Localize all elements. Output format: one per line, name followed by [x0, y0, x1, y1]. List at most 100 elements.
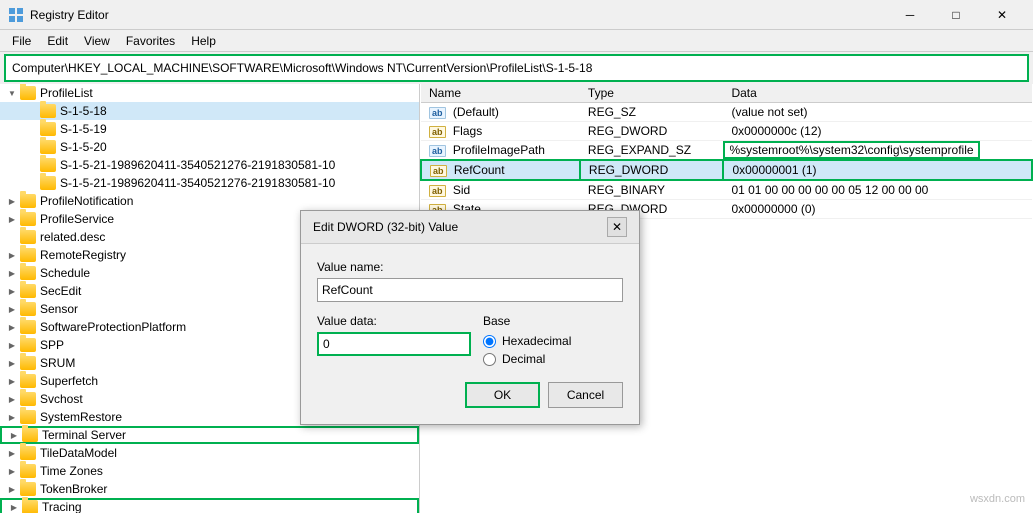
reg-icon: ab: [429, 185, 446, 197]
window-controls: ─ □ ✕: [887, 0, 1025, 30]
close-button[interactable]: ✕: [979, 0, 1025, 30]
ok-button[interactable]: OK: [465, 382, 540, 408]
folder-icon: [20, 482, 36, 496]
folder-icon: [20, 356, 36, 370]
expand-icon: ▶: [4, 463, 20, 479]
cell-data: 0x00000000 (0): [723, 200, 1032, 219]
cell-name: ab Sid: [421, 180, 580, 200]
maximize-button[interactable]: □: [933, 0, 979, 30]
expand-icon: ▶: [4, 373, 20, 389]
title-bar: Registry Editor ─ □ ✕: [0, 0, 1033, 30]
table-row[interactable]: ab (Default) REG_SZ (value not set): [421, 103, 1032, 122]
tree-item-tokenbroker[interactable]: ▶ TokenBroker: [0, 480, 419, 498]
menu-item-edit[interactable]: Edit: [39, 32, 76, 50]
tree-item-terminal-server[interactable]: ▶ Terminal Server: [0, 426, 419, 444]
dialog-body: Value name: Value data: Base Hexadecimal…: [301, 244, 639, 424]
reg-icon: ab: [429, 126, 446, 138]
tree-item-s-1-5-21-b[interactable]: S-1-5-21-1989620411-3540521276-219183058…: [0, 174, 419, 192]
cell-type: REG_DWORD: [580, 160, 724, 180]
value-data-label: Value data:: [317, 314, 471, 328]
menu-item-help[interactable]: Help: [183, 32, 224, 50]
expand-icon: [24, 175, 40, 191]
app-title: Registry Editor: [30, 8, 109, 22]
col-type: Type: [580, 84, 724, 103]
menu-item-favorites[interactable]: Favorites: [118, 32, 183, 50]
expand-icon: [24, 139, 40, 155]
expand-icon: ▶: [4, 355, 20, 371]
dialog-row: Value data: Base Hexadecimal Decimal: [317, 314, 623, 366]
expand-icon: ▶: [6, 499, 22, 513]
tree-item-s-1-5-20[interactable]: S-1-5-20: [0, 138, 419, 156]
folder-icon: [20, 194, 36, 208]
decimal-label: Decimal: [502, 352, 545, 366]
expand-icon: [4, 229, 20, 245]
cell-data: %systemroot%\system32\config\systemprofi…: [723, 141, 979, 159]
folder-icon: [20, 464, 36, 478]
table-row[interactable]: ab ProfileImagePath REG_EXPAND_SZ %syste…: [421, 141, 1032, 161]
reg-icon: ab: [429, 145, 446, 157]
radio-decimal[interactable]: Decimal: [483, 352, 623, 366]
cell-name: ab Flags: [421, 122, 580, 141]
expand-icon: ▶: [4, 319, 20, 335]
tree-item-s-1-5-18[interactable]: S-1-5-18: [0, 102, 419, 120]
minimize-button[interactable]: ─: [887, 0, 933, 30]
folder-icon: [20, 230, 36, 244]
folder-icon: [20, 284, 36, 298]
tree-item-tracing[interactable]: ▶ Tracing: [0, 498, 419, 513]
registry-table: Name Type Data ab (Default) REG_SZ (valu…: [420, 84, 1033, 219]
cell-type: REG_BINARY: [580, 180, 724, 200]
address-bar[interactable]: Computer\HKEY_LOCAL_MACHINE\SOFTWARE\Mic…: [4, 54, 1029, 82]
expand-icon: ▶: [4, 481, 20, 497]
tree-item-profilelist[interactable]: ▼ ProfileList: [0, 84, 419, 102]
col-name: Name: [421, 84, 580, 103]
expand-icon: ▶: [4, 283, 20, 299]
value-name-label: Value name:: [317, 260, 623, 274]
cell-name: ab RefCount: [421, 160, 580, 180]
edit-dword-dialog: Edit DWORD (32-bit) Value ✕ Value name: …: [300, 210, 640, 425]
tree-item-s-1-5-21-a[interactable]: S-1-5-21-1989620411-3540521276-219183058…: [0, 156, 419, 174]
folder-icon: [40, 104, 56, 118]
folder-icon: [20, 374, 36, 388]
expand-icon: ▼: [4, 85, 20, 101]
folder-icon: [20, 410, 36, 424]
table-row[interactable]: ab Flags REG_DWORD 0x0000000c (12): [421, 122, 1032, 141]
radio-group: Hexadecimal Decimal: [483, 334, 623, 366]
folder-icon: [22, 500, 38, 513]
cell-data: 01 01 00 00 00 00 00 05 12 00 00 00: [723, 180, 1032, 200]
table-row[interactable]: ab Sid REG_BINARY 01 01 00 00 00 00 00 0…: [421, 180, 1032, 200]
cell-name: ab ProfileImagePath: [421, 141, 580, 161]
cancel-button[interactable]: Cancel: [548, 382, 623, 408]
expand-icon: ▶: [4, 409, 20, 425]
folder-icon: [40, 158, 56, 172]
reg-icon: ab: [430, 165, 447, 177]
watermark: wsxdn.com: [970, 493, 1025, 505]
expand-icon: [24, 157, 40, 173]
tree-item-timezones[interactable]: ▶ Time Zones: [0, 462, 419, 480]
value-name-input[interactable]: [317, 278, 623, 302]
menu-bar: FileEditViewFavoritesHelp: [0, 30, 1033, 52]
menu-item-file[interactable]: File: [4, 32, 39, 50]
folder-icon: [40, 122, 56, 136]
dialog-close-button[interactable]: ✕: [607, 217, 627, 237]
expand-icon: [24, 121, 40, 137]
address-path: Computer\HKEY_LOCAL_MACHINE\SOFTWARE\Mic…: [12, 61, 592, 75]
cell-data: 0x00000001 (1): [723, 160, 1032, 180]
folder-icon: [20, 392, 36, 406]
cell-type: REG_SZ: [580, 103, 724, 122]
menu-item-view[interactable]: View: [76, 32, 118, 50]
folder-icon: [20, 446, 36, 460]
cell-type: REG_EXPAND_SZ: [580, 141, 724, 161]
tree-item-profilenotification[interactable]: ▶ ProfileNotification: [0, 192, 419, 210]
folder-icon: [20, 338, 36, 352]
value-data-input[interactable]: [317, 332, 471, 356]
expand-icon: ▶: [4, 193, 20, 209]
value-data-section: Value data:: [317, 314, 471, 366]
folder-icon: [40, 140, 56, 154]
radio-hexadecimal[interactable]: Hexadecimal: [483, 334, 623, 348]
expand-icon: ▶: [4, 301, 20, 317]
table-row-refcount[interactable]: ab RefCount REG_DWORD 0x00000001 (1): [421, 160, 1032, 180]
tree-item-s-1-5-19[interactable]: S-1-5-19: [0, 120, 419, 138]
tree-item-tiledatamodel[interactable]: ▶ TileDataModel: [0, 444, 419, 462]
reg-icon: ab: [429, 107, 446, 119]
expand-icon: ▶: [4, 337, 20, 353]
